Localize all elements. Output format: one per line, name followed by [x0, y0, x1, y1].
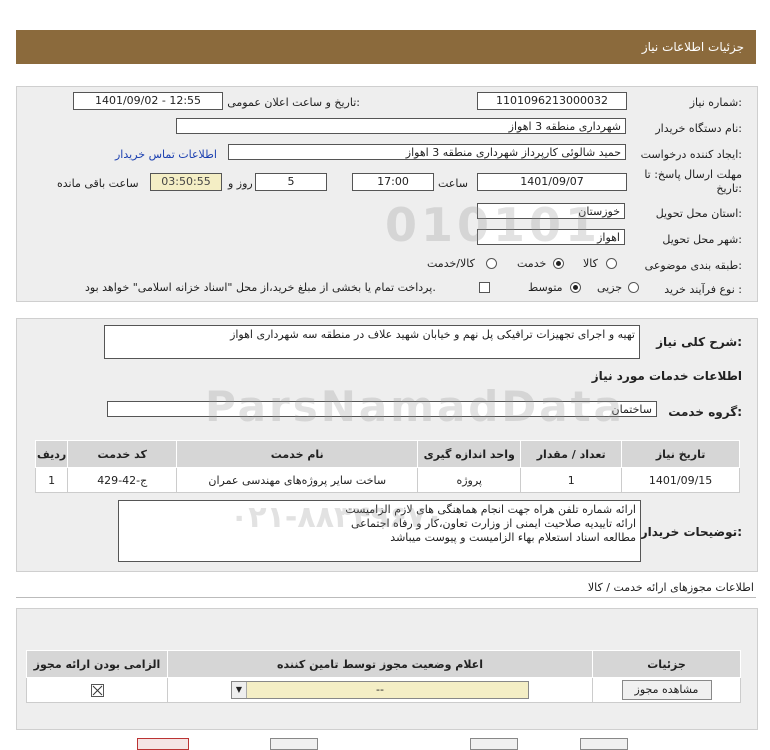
treasury-payment-note: پرداخت تمام یا بخشی از مبلغ خرید،از محل …	[85, 281, 436, 294]
cell-service-code: ج-42-429	[67, 467, 178, 493]
buyer-org-field[interactable]: شهرداری منطقه 3 اهواز	[176, 118, 626, 134]
time-label: ساعت	[438, 177, 468, 190]
permits-section-title: اطلاعات مجوزهای ارائه خدمت / کالا	[587, 581, 754, 594]
deadline-time-field[interactable]: 17:00	[352, 173, 434, 191]
category-label: طبقه بندی موضوعی:	[644, 259, 742, 272]
days-label: روز و	[228, 177, 253, 190]
treasury-payment-checkbox[interactable]	[479, 282, 490, 293]
footer-button[interactable]	[137, 738, 189, 750]
service-group-label: گروه خدمت:	[668, 405, 742, 419]
purchase-type-label: نوع فرآیند خرید :	[664, 283, 742, 296]
col-unit: واحد اندازه گیری	[417, 440, 522, 468]
announce-label: تاریخ و ساعت اعلان عمومی:	[227, 96, 360, 109]
province-label: استان محل تحویل:	[655, 207, 742, 220]
footer-button[interactable]	[470, 738, 518, 750]
services-section-title: اطلاعات خدمات مورد نیاز	[591, 369, 742, 383]
watermark-phone: ۰۲۱-۸۸۳۴۹۶۷۰	[230, 500, 444, 535]
days-field[interactable]: 5	[255, 173, 327, 191]
deadline-label-2: تاریخ:	[716, 182, 742, 195]
page-title: جزئیات اطلاعات نیاز	[641, 40, 744, 54]
deadline-date-field[interactable]: 1401/09/07	[477, 173, 627, 191]
cell-row: 1	[34, 467, 69, 493]
buyer-org-label: نام دستگاه خریدار:	[655, 122, 742, 135]
need-number-label: شماره نیاز:	[689, 96, 742, 109]
city-label: شهر محل تحویل:	[662, 233, 742, 246]
category-radio-service[interactable]	[553, 258, 564, 269]
watermark-digits: 010101	[385, 198, 602, 252]
category-option-goods: کالا	[583, 257, 598, 270]
remaining-label: ساعت باقی مانده	[57, 177, 139, 190]
permits-table: الزامی بودن ارائه مجوز اعلام وضعیت مجوز …	[26, 650, 741, 703]
permit-status-select[interactable]: -- ▼	[231, 681, 529, 699]
checked-box-icon	[90, 683, 104, 697]
cell-quantity: 1	[520, 467, 623, 493]
cell-service-name: ساخت سایر پروژه‌های مهندسی عمران	[176, 467, 419, 493]
category-radio-both[interactable]	[486, 258, 497, 269]
services-table: ردیف کد خدمت نام خدمت واحد اندازه گیری ت…	[34, 440, 740, 493]
col-quantity: تعداد / مقدار	[520, 440, 623, 468]
col-row: ردیف	[34, 440, 69, 468]
category-option-service: خدمت	[517, 257, 547, 270]
category-option-both: کالا/خدمت	[427, 257, 475, 270]
services-table-header: ردیف کد خدمت نام خدمت واحد اندازه گیری ت…	[34, 440, 740, 468]
deadline-label: مهلت ارسال پاسخ: تا	[644, 168, 742, 181]
purchase-radio-medium[interactable]	[570, 282, 581, 293]
view-permit-button[interactable]: مشاهده مجوز	[621, 680, 712, 700]
buyer-notes-label: توضیحات خریدار:	[640, 525, 742, 539]
cell-permit-status: -- ▼	[167, 677, 593, 703]
requester-label: ایجاد کننده درخواست:	[640, 148, 742, 161]
cell-need-date: 1401/09/15	[621, 467, 740, 493]
col-permit-details: جزئیات	[592, 650, 741, 678]
purchase-option-medium: متوسط	[528, 281, 563, 294]
purchase-option-minor: جزیی	[597, 281, 623, 294]
col-permit-required: الزامی بودن ارائه مجوز	[26, 650, 168, 678]
col-service-name: نام خدمت	[176, 440, 419, 468]
summary-label: شرح کلی نیاز:	[656, 335, 742, 349]
page-header: جزئیات اطلاعات نیاز	[16, 30, 756, 64]
table-row: 1 ج-42-429 ساخت سایر پروژه‌های مهندسی عم…	[34, 467, 740, 493]
cell-permit-required	[26, 677, 168, 703]
col-need-date: تاریخ نیاز	[621, 440, 740, 468]
chevron-down-icon[interactable]: ▼	[232, 682, 247, 698]
purchase-radio-minor[interactable]	[628, 282, 639, 293]
cell-permit-details: مشاهده مجوز	[592, 677, 741, 703]
buyer-contact-link[interactable]: اطلاعات تماس خریدار	[115, 148, 217, 161]
remaining-time-field: 03:50:55	[150, 173, 222, 191]
category-radio-goods[interactable]	[606, 258, 617, 269]
col-service-code: کد خدمت	[67, 440, 178, 468]
permit-status-value: --	[376, 683, 384, 696]
table-row: -- ▼ مشاهده مجوز	[26, 677, 741, 703]
section-divider	[16, 597, 756, 598]
col-permit-status: اعلام وضعیت مجوز توسط تامین کننده	[167, 650, 593, 678]
footer-button[interactable]	[270, 738, 318, 750]
requester-field[interactable]: حمید شالوئی کارپرداز شهرداری منطقه 3 اهو…	[228, 144, 626, 160]
announce-field[interactable]: 1401/09/02 - 12:55	[73, 92, 223, 110]
cell-unit: پروژه	[417, 467, 522, 493]
footer-button[interactable]	[580, 738, 628, 750]
permits-table-header: الزامی بودن ارائه مجوز اعلام وضعیت مجوز …	[26, 650, 741, 678]
need-number-field[interactable]: 1101096213000032	[477, 92, 627, 110]
watermark-brand: ParsNamadData	[205, 382, 625, 431]
summary-text: تهیه و اجرای تجهیزات ترافیکی پل نهم و خی…	[104, 325, 640, 359]
